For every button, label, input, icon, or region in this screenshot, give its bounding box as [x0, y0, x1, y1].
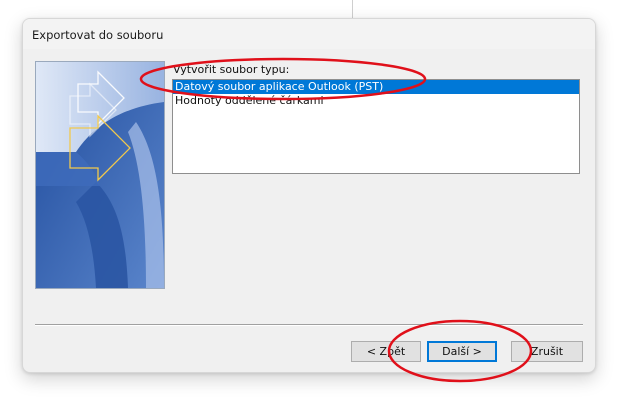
file-type-label: Vytvořit soubor typu: [173, 63, 290, 76]
button-separator [35, 324, 583, 326]
next-button[interactable]: Další > [427, 341, 497, 362]
export-wizard-banner-icon [35, 61, 165, 289]
export-dialog: Exportovat do souboru Vytvořit soubor ty… [22, 18, 596, 373]
list-item-pst[interactable]: Datový soubor aplikace Outlook (PST) [173, 80, 579, 94]
file-type-listbox[interactable]: Datový soubor aplikace Outlook (PST) Hod… [172, 79, 580, 174]
background-divider [352, 0, 353, 20]
list-item-csv[interactable]: Hodnoty oddělené čárkami [173, 94, 579, 108]
dialog-title: Exportovat do souboru [32, 28, 164, 42]
cancel-button[interactable]: Zrušit [511, 341, 583, 362]
back-button[interactable]: < Zpět [351, 341, 421, 362]
title-bar[interactable]: Exportovat do souboru [23, 19, 595, 49]
